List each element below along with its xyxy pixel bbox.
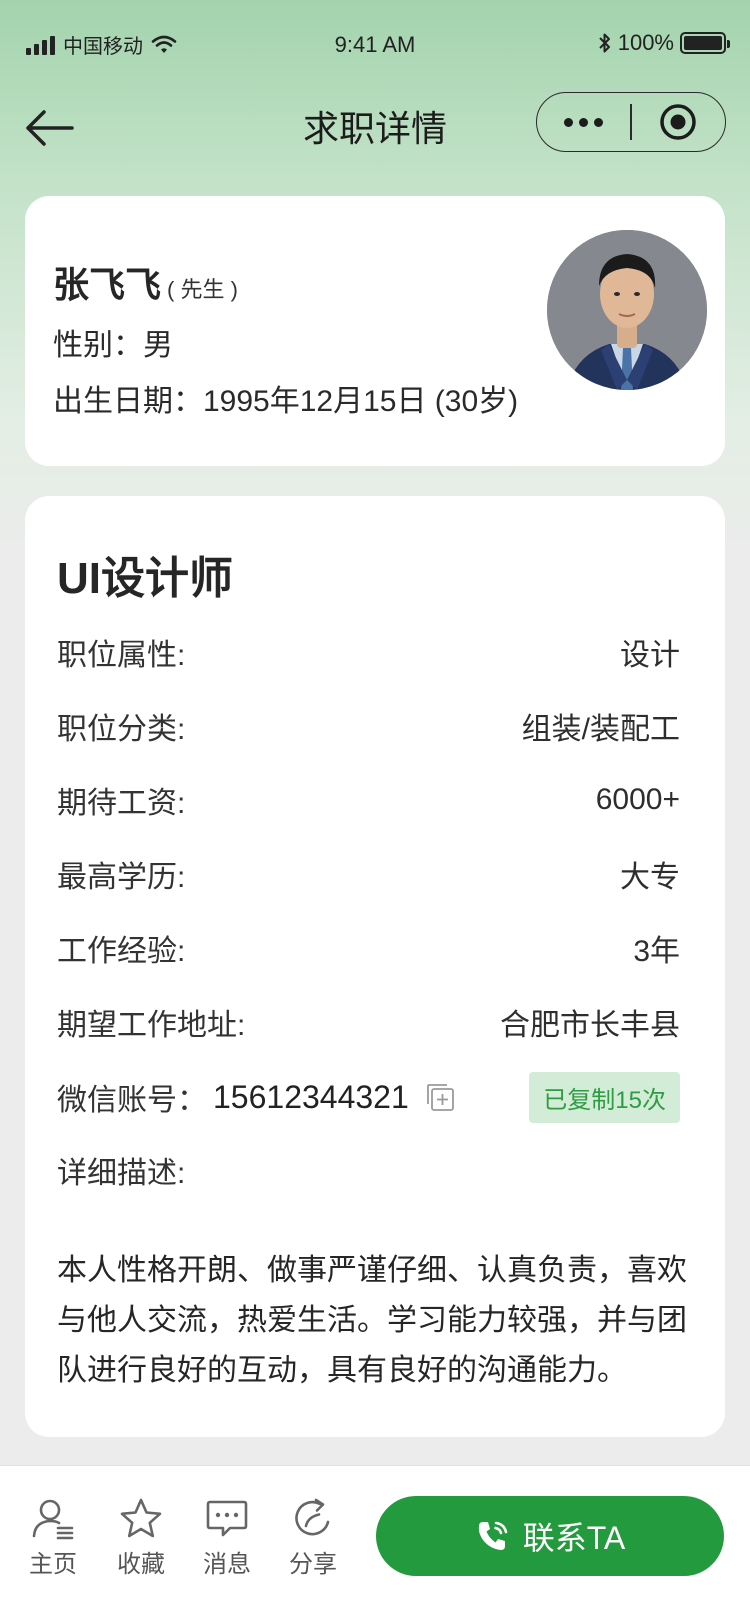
wechat-group: 微信账号： 15612344321 (57, 1075, 455, 1119)
bottom-action-bar: 主页 收藏 消息 分享 联系TA (0, 1465, 750, 1605)
tab-label: 分享 (289, 1551, 337, 1578)
row-label: 职位分类: (57, 713, 186, 746)
target-icon (660, 104, 697, 140)
row-value: 6000+ (595, 783, 680, 816)
row-value: 大专 (620, 861, 680, 894)
star-icon (120, 1498, 162, 1538)
copy-count-badge: 已复制15次 (529, 1071, 680, 1123)
close-mini-program-button[interactable] (632, 93, 725, 151)
status-bar: 中国移动 9:41 AM 100% (0, 0, 750, 92)
wechat-number: 15612344321 (213, 1078, 409, 1115)
user-icon (32, 1499, 74, 1540)
description-label: 详细描述: (57, 1157, 186, 1190)
contact-button-label: 联系TA (522, 1520, 626, 1556)
tab-home[interactable]: 主页 (18, 1496, 88, 1579)
battery-percent: 100% (617, 30, 674, 55)
contact-button[interactable]: 联系TA (376, 1496, 724, 1576)
row-value: 合肥市长丰县 (500, 1009, 680, 1042)
copy-icon[interactable] (425, 1082, 455, 1112)
name-row: 张飞飞 ( 先生 ) (53, 256, 238, 308)
wechat-label: 微信账号： (57, 1084, 207, 1117)
message-icon (206, 1500, 248, 1537)
detail-row-wechat: 微信账号： 15612344321 已复制15次 (57, 1071, 680, 1123)
avatar (547, 230, 707, 390)
birth-date-text: 出生日期：1995年12月15日 (30岁) (53, 385, 519, 418)
row-value: 设计 (620, 639, 680, 672)
mini-program-capsule (536, 92, 726, 152)
avatar-portrait-icon (547, 230, 707, 390)
detail-row-experience: 工作经验: 3年 (57, 928, 680, 968)
more-button[interactable] (537, 93, 630, 151)
person-name: 张飞飞 (53, 264, 162, 305)
detail-row-expected-salary: 期待工资: 6000+ (57, 780, 680, 820)
gender-text: 性别：男 (53, 329, 173, 362)
bluetooth-icon (599, 33, 610, 53)
phone-icon (478, 1521, 508, 1550)
row-label: 职位属性: (57, 639, 186, 672)
nav-bar: 求职详情 (0, 92, 750, 182)
status-right: 100% (598, 30, 730, 56)
detail-row-job-attribute: 职位属性: 设计 (57, 632, 680, 672)
tab-message[interactable]: 消息 (192, 1496, 262, 1579)
tab-share[interactable]: 分享 (278, 1496, 348, 1579)
row-value: 组装/装配工 (521, 713, 680, 746)
row-value: 3年 (633, 935, 680, 968)
more-dots-icon (564, 117, 574, 127)
job-title: UI设计师 (57, 554, 233, 603)
share-icon (295, 1498, 330, 1536)
detail-row-work-address: 期望工作地址: 合肥市长丰县 (57, 1002, 680, 1042)
tab-label: 主页 (29, 1551, 77, 1578)
row-label: 工作经验: (57, 935, 186, 968)
tab-label: 消息 (203, 1551, 251, 1578)
detail-row-job-category: 职位分类: 组装/装配工 (57, 706, 680, 746)
battery-fill (684, 36, 722, 50)
more-dot (594, 117, 604, 127)
row-label: 期待工资: (57, 787, 186, 820)
job-detail-card: UI设计师 职位属性: 设计 职位分类: 组装/装配工 期待工资: 6000+ … (25, 496, 725, 1437)
tab-label: 收藏 (117, 1551, 165, 1578)
row-label: 期望工作地址: (57, 1009, 246, 1042)
tab-favorite[interactable]: 收藏 (106, 1496, 176, 1579)
detail-row-education: 最高学历: 大专 (57, 854, 680, 894)
row-label: 最高学历: (57, 861, 186, 894)
honorific: ( 先生 ) (167, 277, 238, 302)
description-text: 本人性格开朗、做事严谨仔细、认真负责，喜欢与他人交流，热爱生活。学习能力较强，并… (57, 1254, 687, 1387)
profile-card: 张飞飞 ( 先生 ) 性别：男 出生日期：1995年12月15日 (30岁) (25, 196, 725, 466)
more-dot (579, 117, 589, 127)
detail-row-description-label: 详细描述: (57, 1150, 680, 1190)
battery-icon (680, 32, 730, 54)
